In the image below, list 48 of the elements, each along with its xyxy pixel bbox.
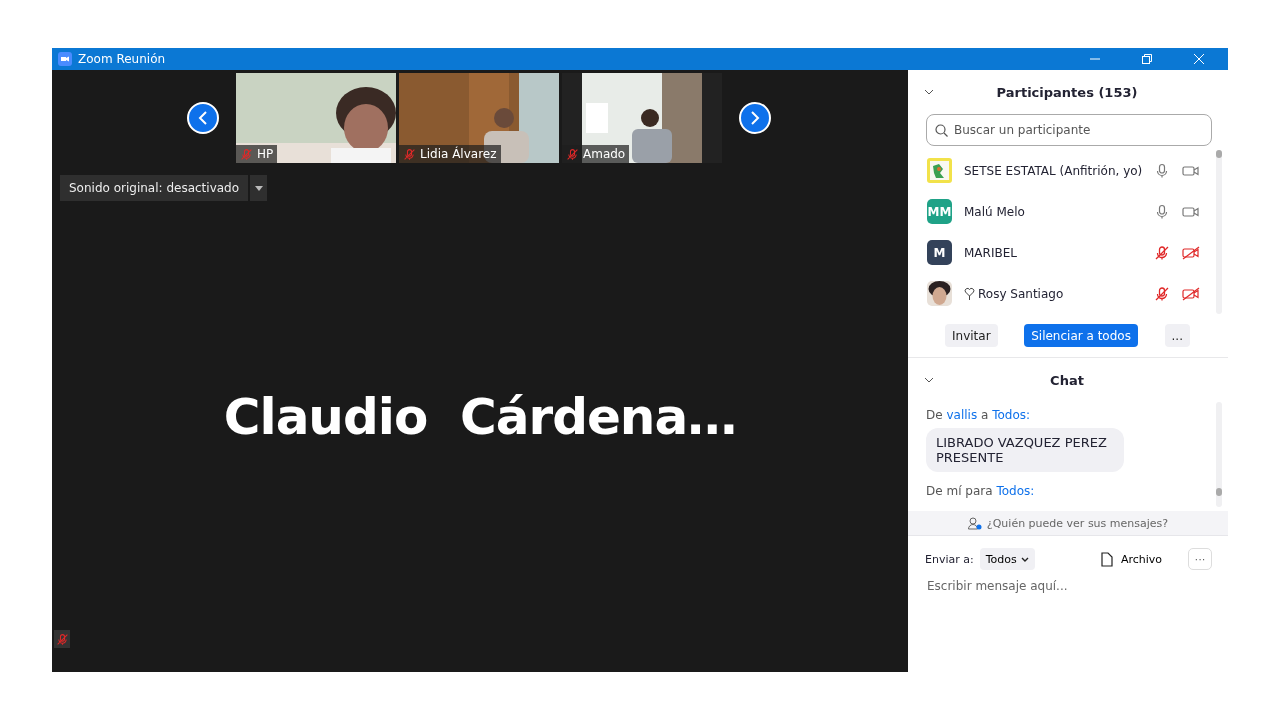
- search-icon: [935, 123, 948, 137]
- restore-icon: [1142, 54, 1152, 64]
- caret-icon: [254, 185, 263, 191]
- speaker-name: Claudio Cárdena…: [223, 387, 737, 446]
- recipient-dropdown[interactable]: Todos: [979, 548, 1035, 570]
- send-to-label: Enviar a:: [925, 552, 974, 566]
- caret-icon: [1020, 556, 1029, 562]
- participant-name: SETSE ESTATAL (Anfitrión, yo): [964, 163, 1143, 178]
- scrollbar[interactable]: [1216, 402, 1222, 507]
- participant-row[interactable]: SETSE ESTATAL (Anfitrión, yo): [908, 150, 1217, 191]
- participant-name: MARIBEL: [964, 245, 1017, 260]
- action-button[interactable]: Invitar: [945, 324, 998, 347]
- action-button[interactable]: ...: [1164, 324, 1190, 347]
- participant-row[interactable]: MM Malú Melo: [908, 191, 1217, 232]
- participant-row[interactable]: M MARIBEL: [908, 232, 1217, 273]
- participant-row[interactable]: Rosy Santiago: [908, 273, 1217, 314]
- avatar: M: [927, 240, 952, 265]
- participant-name: Malú Melo: [964, 204, 1025, 219]
- avatar: MM: [927, 199, 952, 224]
- file-icon: [1100, 551, 1113, 567]
- next-button[interactable]: [739, 102, 771, 134]
- search-field[interactable]: Buscar un participante: [926, 114, 1212, 146]
- logo-icon: [927, 158, 952, 183]
- avatar-photo: [927, 281, 952, 306]
- previous-button[interactable]: [187, 102, 219, 134]
- mute-all-button[interactable]: Silenciar a todos: [1024, 324, 1138, 347]
- collapse-icon[interactable]: [924, 377, 934, 383]
- file-button[interactable]: Archivo: [1094, 550, 1168, 568]
- scrollbar[interactable]: [1216, 150, 1222, 314]
- message-bubble: LIBRADO VAZQUEZ PEREZ PRESENTE: [926, 428, 1124, 472]
- window-title: Zoom Reunión: [78, 52, 167, 66]
- chevron-left-icon: [198, 111, 208, 125]
- dropdown-button[interactable]: [250, 175, 268, 201]
- message-header: De vallis a Todos:: [926, 408, 1032, 422]
- chevron-right-icon: [750, 111, 760, 125]
- more-button[interactable]: ···: [1188, 548, 1212, 570]
- original-sound-button[interactable]: Sonido original: desactivado: [60, 175, 249, 201]
- panel-title: Chat: [1049, 372, 1085, 388]
- participant-name: Amado: [583, 147, 626, 161]
- participant-name: Lidia Álvarez: [420, 147, 497, 161]
- message-header: De mí para Todos:: [926, 484, 1036, 498]
- participant-name: HP: [257, 147, 274, 161]
- close-icon: [1194, 54, 1204, 64]
- participant-name: Rosy Santiago: [978, 286, 1064, 301]
- camera-logo-icon: [58, 52, 72, 66]
- person-icon: [967, 516, 982, 530]
- panel-title: Participantes (153): [995, 84, 1139, 100]
- collapse-icon[interactable]: [924, 89, 934, 95]
